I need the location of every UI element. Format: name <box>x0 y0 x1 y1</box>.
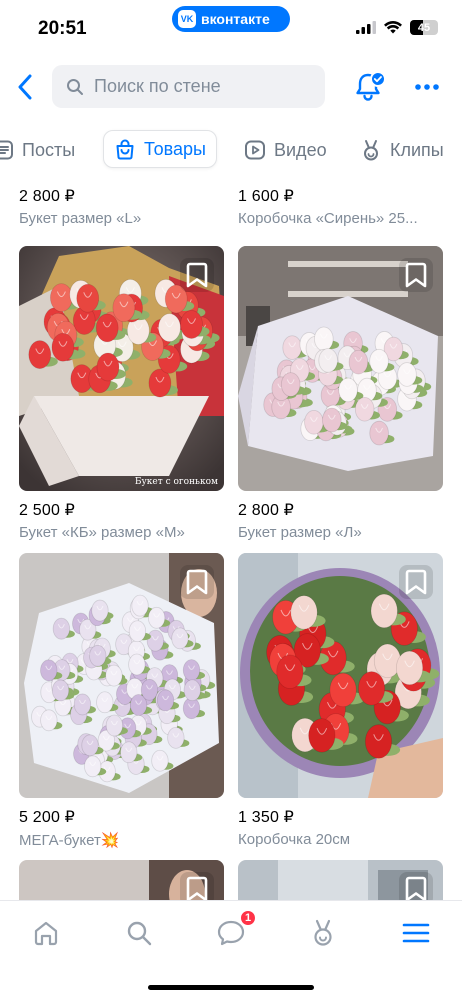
product-card[interactable]: 1 600 ₽ Коробочка «Сирень» 25... <box>238 178 443 227</box>
products-grid: 2 800 ₽ Букет размер «L» 1 600 ₽ Коробоч… <box>0 178 462 900</box>
home-indicator <box>148 985 314 990</box>
product-price: 2 800 ₽ <box>19 188 76 205</box>
product-card[interactable]: Букет с огоньком 2 500 ₽ Букет «КБ» разм… <box>19 246 224 541</box>
messages-badge: 1 <box>239 909 257 927</box>
status-bar: 20:51 VK вконтакте 45 <box>0 0 462 52</box>
product-image <box>19 553 224 798</box>
vk-pill-label: вконтакте <box>201 11 270 27</box>
product-image <box>238 860 443 900</box>
bookmark-icon[interactable] <box>180 872 214 900</box>
product-price: 1 350 ₽ <box>238 809 295 826</box>
product-title: Коробочка «Сирень» 25... <box>238 210 418 227</box>
search-input[interactable]: Поиск по стене <box>52 65 325 108</box>
product-card[interactable]: 2 800 ₽ Букет размер «Л» <box>238 246 443 541</box>
image-watermark: Букет с огоньком <box>134 477 218 487</box>
nav-home[interactable] <box>26 915 66 951</box>
nav-messages[interactable]: 1 <box>211 909 257 951</box>
battery-icon: 45 <box>410 20 438 35</box>
signal-icon <box>356 21 376 34</box>
product-title: Коробочка 20см <box>238 831 351 848</box>
nav-search[interactable] <box>119 915 159 951</box>
bookmark-icon[interactable] <box>180 258 214 292</box>
status-icons: 45 <box>356 20 438 35</box>
notifications-button[interactable] <box>354 71 386 103</box>
product-image <box>238 246 443 491</box>
tab-videos[interactable]: Видео <box>244 131 327 169</box>
tab-posts[interactable]: Посты <box>0 131 75 169</box>
bottom-nav: 1 <box>0 900 462 1000</box>
bell-check-icon <box>356 71 386 101</box>
product-card[interactable]: 1 350 ₽ Коробочка 20см <box>238 553 443 848</box>
tab-videos-label: Видео <box>274 139 327 160</box>
product-title: Букет размер «Л» <box>238 524 362 541</box>
nav-menu[interactable] <box>396 915 436 951</box>
bookmark-icon[interactable] <box>399 258 433 292</box>
clips-icon <box>314 919 332 946</box>
product-title: Букет размер «L» <box>19 210 142 227</box>
video-icon <box>245 140 265 160</box>
tab-clips[interactable]: Клипы <box>360 131 444 169</box>
bookmark-icon[interactable] <box>399 565 433 599</box>
bookmark-icon[interactable] <box>399 872 433 900</box>
section-tabs: Посты Товары Видео Клипы <box>0 130 462 170</box>
product-price: 2 500 ₽ <box>19 502 76 519</box>
vk-logo-icon: VK <box>178 10 196 28</box>
status-time: 20:51 <box>38 18 87 39</box>
search-icon <box>127 921 152 946</box>
product-card[interactable]: 2 800 ₽ Букет размер «L» <box>19 178 224 227</box>
nav-clips[interactable] <box>303 915 343 951</box>
product-card[interactable] <box>238 860 443 900</box>
product-price: 1 600 ₽ <box>238 188 295 205</box>
product-image: Букет с огоньком <box>19 246 224 491</box>
clips-icon <box>364 140 378 161</box>
product-card[interactable]: 5 200 ₽ МЕГА-букет💥 <box>19 553 224 849</box>
vk-app-pill[interactable]: VK вконтакте <box>172 6 290 32</box>
product-price: 5 200 ₽ <box>19 809 76 826</box>
bookmark-icon[interactable] <box>180 565 214 599</box>
wifi-icon <box>384 21 402 34</box>
product-image <box>238 553 443 798</box>
top-nav: Поиск по стене <box>0 62 462 112</box>
tab-products-label: Товары <box>144 138 206 159</box>
product-card[interactable] <box>19 860 224 900</box>
product-price: 2 800 ₽ <box>238 502 295 519</box>
more-horizontal-icon <box>415 84 439 90</box>
chevron-left-icon <box>18 74 32 100</box>
more-button[interactable] <box>412 72 442 102</box>
back-button[interactable] <box>10 72 40 102</box>
battery-percent: 45 <box>417 21 431 34</box>
shopping-bag-icon <box>116 139 134 160</box>
tab-products[interactable]: Товары <box>103 130 217 168</box>
product-title: Букет «КБ» размер «М» <box>19 524 185 541</box>
search-icon <box>67 78 83 95</box>
tab-clips-label: Клипы <box>390 139 444 160</box>
product-title: МЕГА-букет💥 <box>19 832 120 849</box>
posts-icon <box>0 140 13 160</box>
menu-icon <box>402 923 430 943</box>
search-placeholder: Поиск по стене <box>94 76 221 96</box>
home-icon <box>34 921 58 946</box>
tab-posts-label: Посты <box>22 139 76 160</box>
product-image <box>19 860 224 900</box>
